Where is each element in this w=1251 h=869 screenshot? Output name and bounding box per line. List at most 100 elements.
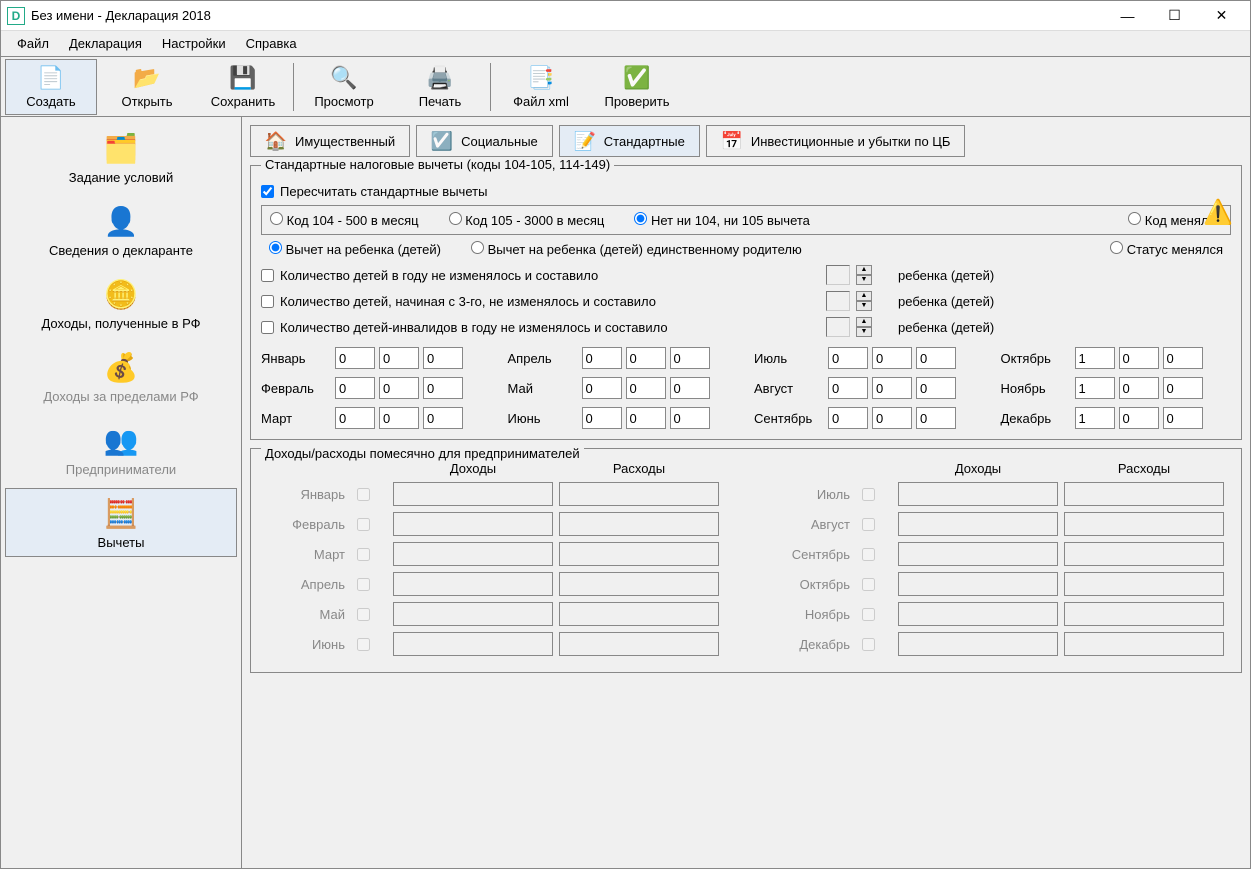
ie-check-aug[interactable] [862,518,875,531]
recalc-checkbox[interactable] [261,185,274,198]
kids-const-checkbox[interactable] [261,269,274,282]
sidebar-income-rf[interactable]: 🪙Доходы, полученные в РФ [5,269,237,338]
month-oct-val3[interactable] [1163,347,1203,369]
kids-disabled-checkbox[interactable] [261,321,274,334]
ie-expense-feb[interactable] [559,512,719,536]
month-feb-val2[interactable] [379,377,419,399]
month-sep-val1[interactable] [828,407,868,429]
menu-settings[interactable]: Настройки [154,33,234,54]
kids-const-input[interactable] [826,265,850,285]
ie-expense-jul[interactable] [1064,482,1224,506]
ie-expense-nov[interactable] [1064,602,1224,626]
ie-check-nov[interactable] [862,608,875,621]
ie-expense-may[interactable] [559,602,719,626]
ie-income-jun[interactable] [393,632,553,656]
kids-disabled-spinner[interactable]: ▲▼ [856,317,872,337]
menu-declaration[interactable]: Декларация [61,33,150,54]
ie-expense-jun[interactable] [559,632,719,656]
month-jan-val3[interactable] [423,347,463,369]
month-oct-val2[interactable] [1119,347,1159,369]
month-jan-val1[interactable] [335,347,375,369]
ie-income-feb[interactable] [393,512,553,536]
ie-income-mar[interactable] [393,542,553,566]
month-dec-val3[interactable] [1163,407,1203,429]
kids-from3-input[interactable] [826,291,850,311]
ie-expense-apr[interactable] [559,572,719,596]
ie-income-oct[interactable] [898,572,1058,596]
ie-income-may[interactable] [393,602,553,626]
sidebar-deductions[interactable]: 🧮Вычеты [5,488,237,557]
ie-income-sep[interactable] [898,542,1058,566]
minimize-button[interactable]: — [1105,4,1150,28]
maximize-button[interactable]: ☐ [1152,4,1197,28]
radio-status-changed[interactable]: Статус менялся [1110,241,1223,257]
ie-income-jan[interactable] [393,482,553,506]
month-jan-val2[interactable] [379,347,419,369]
kids-from3-checkbox[interactable] [261,295,274,308]
ie-check-jun[interactable] [357,638,370,651]
month-mar-val3[interactable] [423,407,463,429]
month-sep-val3[interactable] [916,407,956,429]
tb-preview[interactable]: 🔍Просмотр [298,59,390,115]
ie-expense-aug[interactable] [1064,512,1224,536]
ie-check-mar[interactable] [357,548,370,561]
kids-const-spinner[interactable]: ▲▼ [856,265,872,285]
tb-create[interactable]: 📄Создать [5,59,97,115]
tb-print[interactable]: 🖨️Печать [394,59,486,115]
month-nov-val2[interactable] [1119,377,1159,399]
sidebar-income-abroad[interactable]: 💰Доходы за пределами РФ [5,342,237,411]
tab-invest[interactable]: 📅Инвестиционные и убытки по ЦБ [706,125,966,157]
month-nov-val1[interactable] [1075,377,1115,399]
month-jun-val2[interactable] [626,407,666,429]
ie-expense-jan[interactable] [559,482,719,506]
menu-file[interactable]: Файл [9,33,57,54]
ie-income-jul[interactable] [898,482,1058,506]
month-may-val1[interactable] [582,377,622,399]
menu-help[interactable]: Справка [238,33,305,54]
tb-save[interactable]: 💾Сохранить [197,59,289,115]
tb-check[interactable]: ✅Проверить [591,59,683,115]
month-dec-val1[interactable] [1075,407,1115,429]
month-aug-val2[interactable] [872,377,912,399]
tab-social[interactable]: ☑️Социальные [416,125,553,157]
month-apr-val1[interactable] [582,347,622,369]
month-mar-val1[interactable] [335,407,375,429]
close-button[interactable]: ✕ [1199,4,1244,28]
month-apr-val2[interactable] [626,347,666,369]
ie-expense-mar[interactable] [559,542,719,566]
month-aug-val3[interactable] [916,377,956,399]
ie-check-feb[interactable] [357,518,370,531]
ie-income-apr[interactable] [393,572,553,596]
kids-disabled-input[interactable] [826,317,850,337]
month-oct-val1[interactable] [1075,347,1115,369]
month-apr-val3[interactable] [670,347,710,369]
ie-expense-sep[interactable] [1064,542,1224,566]
month-jul-val1[interactable] [828,347,868,369]
tab-property[interactable]: 🏠Имущественный [250,125,410,157]
radio-single-parent[interactable]: Вычет на ребенка (детей) единственному р… [471,241,802,257]
radio-104[interactable]: Код 104 - 500 в месяц [270,212,419,228]
ie-check-jan[interactable] [357,488,370,501]
month-aug-val1[interactable] [828,377,868,399]
ie-check-apr[interactable] [357,578,370,591]
ie-check-oct[interactable] [862,578,875,591]
radio-none[interactable]: Нет ни 104, ни 105 вычета [634,212,810,228]
month-may-val3[interactable] [670,377,710,399]
tab-standard[interactable]: 📝Стандартные [559,125,700,157]
month-feb-val1[interactable] [335,377,375,399]
sidebar-conditions[interactable]: 🗂️Задание условий [5,123,237,192]
sidebar-entrepreneurs[interactable]: 👥Предприниматели [5,415,237,484]
month-feb-val3[interactable] [423,377,463,399]
ie-expense-dec[interactable] [1064,632,1224,656]
sidebar-declarant[interactable]: 👤Сведения о декларанте [5,196,237,265]
tb-xml[interactable]: 📑Файл xml [495,59,587,115]
month-jun-val3[interactable] [670,407,710,429]
month-jun-val1[interactable] [582,407,622,429]
kids-from3-spinner[interactable]: ▲▼ [856,291,872,311]
month-jul-val3[interactable] [916,347,956,369]
ie-check-dec[interactable] [862,638,875,651]
ie-check-sep[interactable] [862,548,875,561]
ie-expense-oct[interactable] [1064,572,1224,596]
ie-income-dec[interactable] [898,632,1058,656]
ie-check-may[interactable] [357,608,370,621]
